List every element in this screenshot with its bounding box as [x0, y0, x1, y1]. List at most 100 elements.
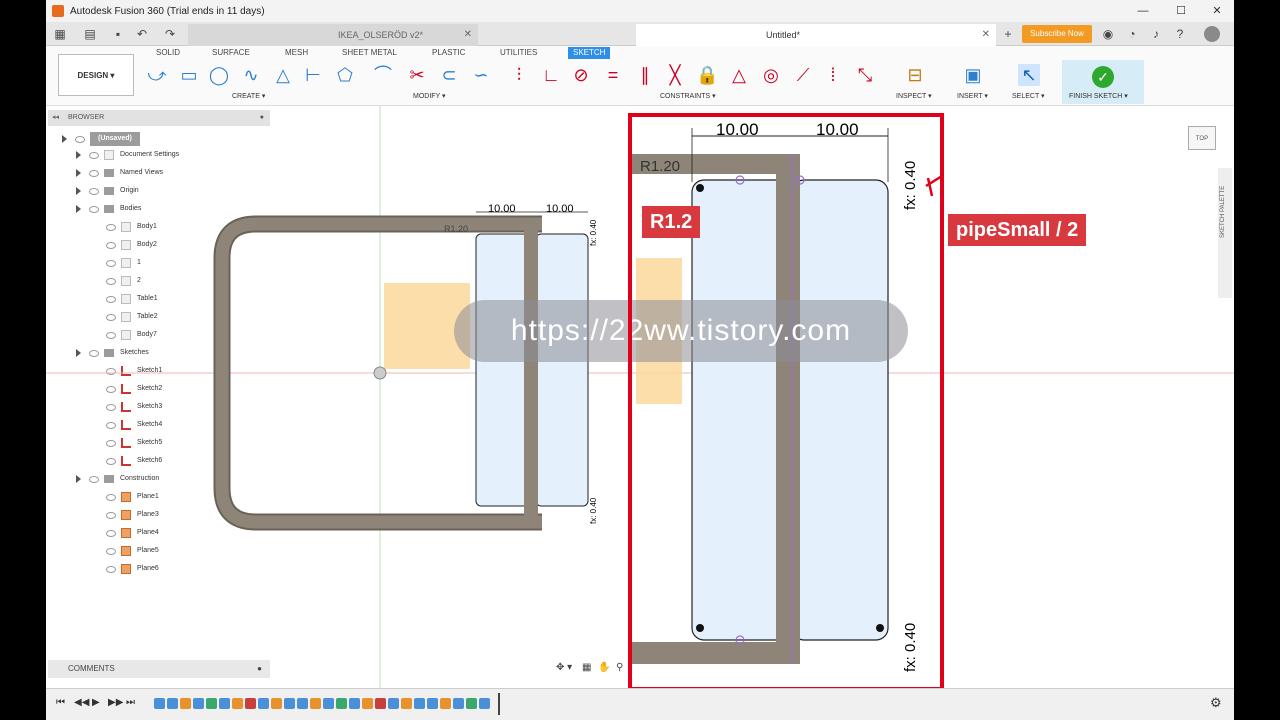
- tab-untitled[interactable]: Untitled* ✕: [636, 24, 996, 46]
- fx-dimension-label[interactable]: fx: 0.40: [589, 220, 598, 246]
- timeline-marker[interactable]: [498, 693, 500, 715]
- inspect-menu[interactable]: INSPECT ▾: [896, 92, 932, 100]
- timeline-feature-icon[interactable]: [310, 698, 321, 709]
- rectangle-tool-icon[interactable]: ▭: [178, 64, 200, 86]
- viewcube[interactable]: TOP: [1188, 126, 1216, 150]
- subscribe-button[interactable]: Subscribe Now: [1022, 25, 1092, 43]
- next-step-icon[interactable]: ▶▶: [108, 697, 123, 708]
- timeline-feature-icon[interactable]: [479, 698, 490, 709]
- tab-ikea-olserod[interactable]: IKEA_OLSERÖD v2* ✕: [188, 24, 478, 46]
- timeline-feature-icon[interactable]: [284, 698, 295, 709]
- close-icon[interactable]: ✕: [1200, 0, 1234, 22]
- help-icon[interactable]: ?: [1172, 26, 1188, 42]
- close-icon[interactable]: ✕: [982, 24, 990, 46]
- extensions-icon[interactable]: ◉: [1100, 26, 1116, 42]
- sketch-palette-tab[interactable]: SKETCH PALETTE: [1218, 168, 1232, 298]
- finish-sketch-check-icon[interactable]: ✓: [1092, 66, 1114, 88]
- timeline-feature-icon[interactable]: [336, 698, 347, 709]
- previous-step-icon[interactable]: ◀◀: [74, 697, 89, 708]
- polygon-tool-icon[interactable]: ⬠: [334, 64, 356, 86]
- midpoint-icon[interactable]: △: [728, 64, 750, 86]
- timeline-feature-icon[interactable]: [401, 698, 412, 709]
- timeline-feature-icon[interactable]: [466, 698, 477, 709]
- tab-sketch[interactable]: SKETCH: [568, 47, 611, 59]
- orbit-icon[interactable]: ✥ ▾: [556, 662, 572, 673]
- timeline-feature-icon[interactable]: [349, 698, 360, 709]
- measure-icon[interactable]: ⊟: [904, 64, 926, 86]
- insert-image-icon[interactable]: ▣: [962, 64, 984, 86]
- timeline-feature-icon[interactable]: [258, 698, 269, 709]
- timeline-feature-icon[interactable]: [271, 698, 282, 709]
- file-icon[interactable]: ▤: [82, 26, 98, 42]
- timeline-feature-icon[interactable]: [180, 698, 191, 709]
- parallel-icon[interactable]: ∥: [634, 64, 656, 86]
- radius-label[interactable]: R1.20: [444, 224, 468, 234]
- play-icon[interactable]: ▶: [92, 697, 100, 708]
- close-icon[interactable]: ✕: [464, 24, 472, 46]
- pan-icon[interactable]: ▦: [582, 662, 591, 673]
- timeline-feature-icon[interactable]: [388, 698, 399, 709]
- concentric-icon[interactable]: ◎: [760, 64, 782, 86]
- new-tab-icon[interactable]: +: [1000, 26, 1016, 42]
- dimension-label[interactable]: 10.00: [546, 203, 574, 215]
- horizontal-icon[interactable]: ⟋: [792, 64, 814, 86]
- offset-tool-icon[interactable]: ⊂: [438, 64, 460, 86]
- timeline-feature-icon[interactable]: [362, 698, 373, 709]
- gear-icon[interactable]: ⚙: [1210, 695, 1222, 711]
- timeline-feature-icon[interactable]: [440, 698, 451, 709]
- collinear-icon[interactable]: ∟: [540, 64, 562, 86]
- insert-menu[interactable]: INSERT ▾: [957, 92, 988, 100]
- tab-plastic[interactable]: PLASTIC: [432, 47, 465, 59]
- tangent-icon[interactable]: ⊘: [570, 64, 592, 86]
- grid-menu-icon[interactable]: ▦: [52, 26, 68, 42]
- workspace-design-button[interactable]: DESIGN ▾: [58, 54, 134, 96]
- timeline-feature-icon[interactable]: [167, 698, 178, 709]
- finish-sketch-area[interactable]: ✓ FINISH SKETCH ▾: [1062, 60, 1144, 104]
- dimension-label[interactable]: 10.00: [488, 203, 516, 215]
- perpendicular-icon[interactable]: ╳: [664, 64, 686, 86]
- tab-utilities[interactable]: UTILITIES: [500, 47, 537, 59]
- timeline-feature-icon[interactable]: [206, 698, 217, 709]
- mirror-tool-icon[interactable]: △: [272, 64, 294, 86]
- avatar[interactable]: [1204, 26, 1220, 42]
- last-step-icon[interactable]: ⏭: [126, 697, 135, 708]
- timeline-feature-icon[interactable]: [453, 698, 464, 709]
- coincident-icon[interactable]: ⫶: [508, 64, 530, 86]
- fx-dimension-label[interactable]: fx: 0.40: [589, 498, 598, 524]
- hand-icon[interactable]: ✋: [598, 662, 610, 673]
- timeline-feature-icon[interactable]: [414, 698, 425, 709]
- zoom-icon[interactable]: ⚲: [616, 662, 623, 673]
- timeline-feature-icon[interactable]: [427, 698, 438, 709]
- fillet-tool-icon[interactable]: ⌒: [372, 64, 394, 86]
- timeline-feature-icon[interactable]: [297, 698, 308, 709]
- dimension-tool-icon[interactable]: ⊢: [302, 64, 324, 86]
- timeline-feature-icon[interactable]: [375, 698, 386, 709]
- job-status-icon[interactable]: ◔: [1124, 26, 1140, 42]
- redo-icon[interactable]: ↷: [162, 26, 178, 42]
- tab-solid[interactable]: SOLID: [156, 47, 180, 59]
- tab-sheet-metal[interactable]: SHEET METAL: [342, 47, 397, 59]
- minimize-icon[interactable]: —: [1126, 0, 1160, 22]
- maximize-icon[interactable]: ☐: [1164, 0, 1198, 22]
- curve-tool-icon[interactable]: ∽: [470, 64, 492, 86]
- save-icon[interactable]: ▪: [110, 26, 126, 42]
- fix-lock-icon[interactable]: 🔒: [696, 64, 718, 86]
- select-menu[interactable]: SELECT ▾: [1012, 92, 1045, 100]
- circle-tool-icon[interactable]: ◯: [208, 64, 230, 86]
- undo-icon[interactable]: ↶: [134, 26, 150, 42]
- timeline-feature-icon[interactable]: [154, 698, 165, 709]
- timeline-feature-icon[interactable]: [219, 698, 230, 709]
- finish-sketch-label[interactable]: FINISH SKETCH ▾: [1069, 92, 1128, 100]
- select-cursor-icon[interactable]: ↖: [1018, 64, 1040, 86]
- tab-mesh[interactable]: MESH: [285, 47, 308, 59]
- create-menu[interactable]: CREATE ▾: [232, 92, 265, 100]
- line-tool-icon[interactable]: ⤻: [146, 64, 168, 86]
- symmetry-icon[interactable]: ⁞: [822, 64, 844, 86]
- timeline-feature-icon[interactable]: [245, 698, 256, 709]
- modify-menu[interactable]: MODIFY ▾: [413, 92, 446, 100]
- first-step-icon[interactable]: ⏮: [56, 697, 65, 708]
- constraints-menu[interactable]: CONSTRAINTS ▾: [660, 92, 716, 100]
- timeline-feature-icon[interactable]: [323, 698, 334, 709]
- tab-surface[interactable]: SURFACE: [212, 47, 250, 59]
- notifications-icon[interactable]: ♪: [1148, 26, 1164, 42]
